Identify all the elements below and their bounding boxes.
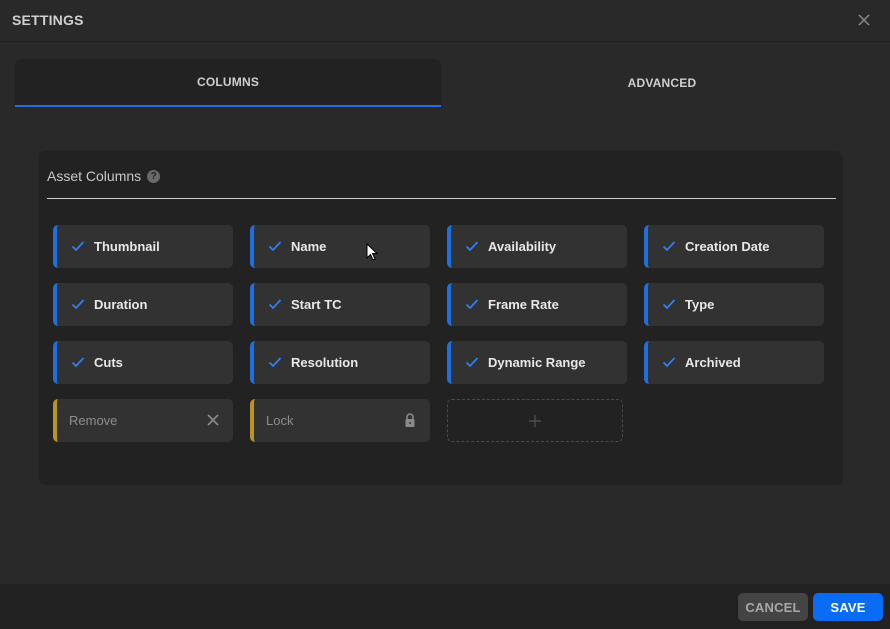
column-chip-label: Type bbox=[685, 297, 715, 312]
column-chip[interactable]: Cuts bbox=[53, 341, 233, 384]
column-chip[interactable]: Archived bbox=[644, 341, 824, 384]
column-chip[interactable]: Dynamic Range bbox=[447, 341, 627, 384]
column-chip-label: Dynamic Range bbox=[488, 355, 586, 370]
column-chip-label: Start TC bbox=[291, 297, 342, 312]
checkmark-icon bbox=[71, 357, 85, 368]
checkmark-icon bbox=[268, 241, 282, 252]
close-icon[interactable] bbox=[856, 12, 872, 28]
lock-icon[interactable] bbox=[402, 412, 418, 428]
checkmark-icon bbox=[71, 299, 85, 310]
remove-label: Remove bbox=[69, 413, 118, 428]
column-chip-label: Archived bbox=[685, 355, 741, 370]
checkmark-icon bbox=[465, 299, 479, 310]
column-chip[interactable]: Type bbox=[644, 283, 824, 326]
tab-columns[interactable]: COLUMNS bbox=[15, 59, 441, 107]
column-chip-label: Thumbnail bbox=[94, 239, 160, 254]
checkmark-icon bbox=[268, 357, 282, 368]
lock-label: Lock bbox=[266, 413, 294, 428]
column-chip-label: Frame Rate bbox=[488, 297, 559, 312]
column-chip[interactable]: Availability bbox=[447, 225, 627, 268]
column-chip[interactable]: Start TC bbox=[250, 283, 430, 326]
column-chip[interactable]: Resolution bbox=[250, 341, 430, 384]
column-chip[interactable]: Name bbox=[250, 225, 430, 268]
column-chip-label: Cuts bbox=[94, 355, 123, 370]
dialog-footer: CANCEL SAVE bbox=[0, 584, 890, 629]
column-chip-label: Creation Date bbox=[685, 239, 770, 254]
column-chip-label: Duration bbox=[94, 297, 148, 312]
checkmark-icon bbox=[662, 299, 676, 310]
checkmark-icon bbox=[465, 241, 479, 252]
close-icon[interactable] bbox=[205, 412, 221, 428]
cancel-button[interactable]: CANCEL bbox=[738, 593, 808, 621]
dialog-header: SETTINGS bbox=[0, 0, 890, 42]
panel-title: Asset Columns ? bbox=[47, 168, 161, 184]
tab-bar: COLUMNS ADVANCED bbox=[15, 59, 875, 107]
dialog-title: SETTINGS bbox=[12, 12, 84, 28]
column-chip-label: Name bbox=[291, 239, 327, 254]
column-chip[interactable]: Duration bbox=[53, 283, 233, 326]
column-chip-label: Resolution bbox=[291, 355, 359, 370]
checkmark-icon bbox=[71, 241, 85, 252]
divider bbox=[47, 198, 836, 199]
column-chip[interactable]: Frame Rate bbox=[447, 283, 627, 326]
remove-chip[interactable]: Remove bbox=[53, 399, 233, 442]
checkmark-icon bbox=[465, 357, 479, 368]
plus-icon bbox=[529, 414, 541, 427]
lock-chip[interactable]: Lock bbox=[250, 399, 430, 442]
checkmark-icon bbox=[268, 299, 282, 310]
tab-advanced[interactable]: ADVANCED bbox=[449, 59, 875, 107]
column-chip-label: Availability bbox=[488, 239, 557, 254]
add-column-button[interactable] bbox=[447, 399, 623, 442]
column-chip[interactable]: Thumbnail bbox=[53, 225, 233, 268]
panel-title-text: Asset Columns bbox=[47, 168, 142, 184]
column-chip[interactable]: Creation Date bbox=[644, 225, 824, 268]
checkmark-icon bbox=[662, 241, 676, 252]
save-button[interactable]: SAVE bbox=[813, 593, 883, 621]
asset-columns-panel: Asset Columns ? Thumbnail Name Availabilit… bbox=[39, 151, 843, 485]
help-icon[interactable]: ? bbox=[147, 169, 161, 183]
checkmark-icon bbox=[662, 357, 676, 368]
